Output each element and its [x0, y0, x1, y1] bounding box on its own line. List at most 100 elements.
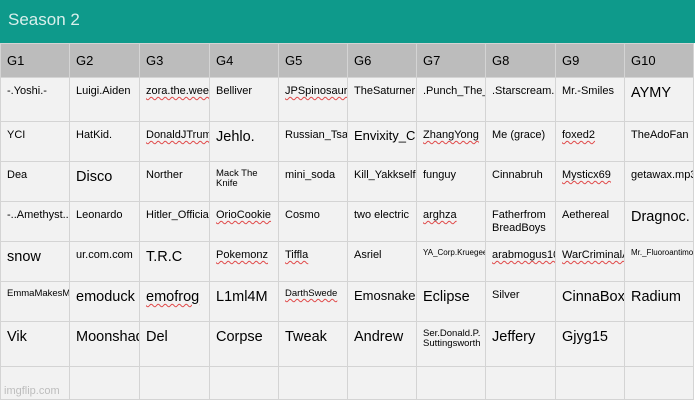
column-header: G5: [278, 43, 348, 78]
table-cell: arghza: [416, 201, 486, 242]
table-row: snow ur.com.com T.R.C Pokemonz Tiffla As…: [0, 241, 694, 282]
table-cell: foxed2: [555, 121, 625, 162]
table-cell: Dragnoc.: [624, 201, 694, 242]
table-cell: Luigi.Aiden: [69, 77, 140, 122]
table-cell: emoduck: [69, 281, 140, 322]
table-row: -..Amethyst..- Leonardo Hitler_Official_…: [0, 201, 694, 242]
table-row: -.Yoshi.- Luigi.Aiden zora.the.weezler B…: [0, 77, 694, 122]
table-cell: WarCriminalAsher: [555, 241, 625, 282]
table-cell: emofrog: [139, 281, 210, 322]
table-cell: Moonshade: [69, 321, 140, 367]
table-cell: .Starscream.: [485, 77, 556, 122]
table-cell: JPSpinosaur.: [278, 77, 348, 122]
table-cell: Del: [139, 321, 210, 367]
table-cell: Disco: [69, 161, 140, 202]
table-cell: [416, 366, 486, 400]
season-table: G1 G2 G3 G4 G5 G6 G7 G8 G9 G10 -.Yoshi.-…: [0, 43, 694, 400]
column-header: G1: [0, 43, 70, 78]
table-cell: L1ml4M: [209, 281, 279, 322]
table-cell: [485, 366, 556, 400]
table-cell: OrioCookie: [209, 201, 279, 242]
column-header: G9: [555, 43, 625, 78]
column-header: G7: [416, 43, 486, 78]
column-header: G4: [209, 43, 279, 78]
table-cell: Mr._FluoroantimonicPlutonium.: [624, 241, 694, 282]
table-cell: Mysticx69: [555, 161, 625, 202]
table-cell: Tweak: [278, 321, 348, 367]
table-cell: Silver: [485, 281, 556, 322]
table-cell: TheSaturner: [347, 77, 417, 122]
table-cell: [624, 366, 694, 400]
table-cell: funguy: [416, 161, 486, 202]
table-cell: Gjyg15: [555, 321, 625, 367]
table-cell: [69, 366, 140, 400]
column-header: G10: [624, 43, 694, 78]
table-cell: Ser.Donald.P. Suttingsworth: [416, 321, 486, 367]
table-cell: ZhangYong: [416, 121, 486, 162]
table-cell: [278, 366, 348, 400]
column-header: G3: [139, 43, 210, 78]
table-cell: Andrew: [347, 321, 417, 367]
table-row: [0, 366, 694, 400]
table-cell: Me (grace): [485, 121, 556, 162]
table-row: Vik Moonshade Del Corpse Tweak Andrew Se…: [0, 321, 694, 367]
table-cell: [555, 366, 625, 400]
table-cell: Mr.-Smiles: [555, 77, 625, 122]
table-cell: Pokemonz: [209, 241, 279, 282]
table-cell: Fatherfrom BreadBoys: [485, 201, 556, 242]
watermark: imgflip.com: [4, 385, 60, 397]
table-cell: Cinnabruh: [485, 161, 556, 202]
table-cell: Jeffery: [485, 321, 556, 367]
table-cell: Corpse: [209, 321, 279, 367]
header-row: G1 G2 G3 G4 G5 G6 G7 G8 G9 G10: [0, 43, 694, 78]
table-cell: Tiffla: [278, 241, 348, 282]
table-cell: Cosmo: [278, 201, 348, 242]
table-cell: Aethereal: [555, 201, 625, 242]
table-cell: DarthSwede: [278, 281, 348, 322]
table-cell: YA_Corp.Kruegeer_BOY: [416, 241, 486, 282]
table-row: Dea Disco Norther Mack The Knife mini_so…: [0, 161, 694, 202]
table-cell: snow: [0, 241, 70, 282]
page-title: Season 2: [8, 10, 80, 29]
table-cell: TheAdoFan: [624, 121, 694, 162]
table-cell: Asriel: [347, 241, 417, 282]
table-cell: [209, 366, 279, 400]
column-header: G8: [485, 43, 556, 78]
table-row: EmmaMakesMemez emoduck emofrog L1ml4M Da…: [0, 281, 694, 322]
table-cell: [139, 366, 210, 400]
table-cell: [624, 321, 694, 367]
table-cell: Dea: [0, 161, 70, 202]
table-cell: Envixity_CH: [347, 121, 417, 162]
table-cell: Mack The Knife: [209, 161, 279, 202]
table-cell: DonaldJTrumpOfficial: [139, 121, 210, 162]
table-cell: getawax.mp3: [624, 161, 694, 202]
column-header: G2: [69, 43, 140, 78]
table-cell: Vik: [0, 321, 70, 367]
table-cell: Radium: [624, 281, 694, 322]
table-cell: Leonardo: [69, 201, 140, 242]
column-header: G6: [347, 43, 417, 78]
table-cell: Norther: [139, 161, 210, 202]
table-cell: Emosnake: [347, 281, 417, 322]
table-cell: two electric: [347, 201, 417, 242]
table-cell: Hitler_Official_: [139, 201, 210, 242]
table-cell: HatKid.: [69, 121, 140, 162]
title-bar: Season 2: [0, 0, 695, 43]
table-cell: arabmogus101: [485, 241, 556, 282]
table-cell: Kill_Yakkself: [347, 161, 417, 202]
table-cell: -.Yoshi.-: [0, 77, 70, 122]
table-cell: mini_soda: [278, 161, 348, 202]
table-cell: Russian_Tsarist_8: [278, 121, 348, 162]
table-cell: .Punch_The_Clock: [416, 77, 486, 122]
table-cell: zora.the.weezler: [139, 77, 210, 122]
table-cell: Belliver: [209, 77, 279, 122]
table-cell: YCI: [0, 121, 70, 162]
table-cell: -..Amethyst..-: [0, 201, 70, 242]
table-cell: CinnaBox: [555, 281, 625, 322]
table-cell: T.R.C: [139, 241, 210, 282]
table-cell: [347, 366, 417, 400]
table-cell: Eclipse: [416, 281, 486, 322]
table-cell: AYMY: [624, 77, 694, 122]
table-cell: Jehlo.: [209, 121, 279, 162]
table-cell: ur.com.com: [69, 241, 140, 282]
